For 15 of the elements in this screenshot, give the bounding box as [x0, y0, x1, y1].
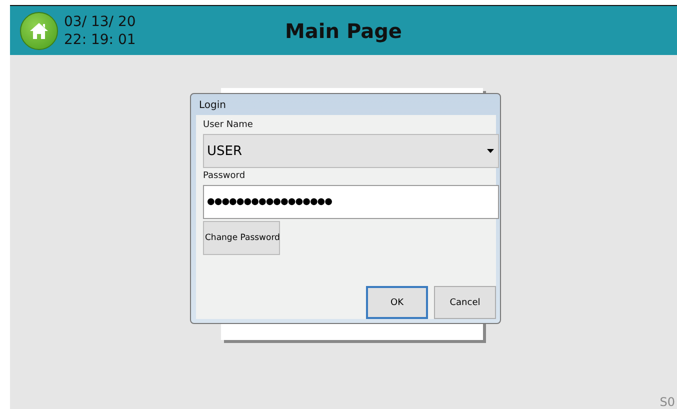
dialog-button[interactable]: OK [366, 286, 428, 319]
house-icon [29, 20, 49, 40]
change-password-button[interactable]: Change Password [203, 221, 280, 255]
caret-icon [487, 149, 494, 153]
field-label: User Name [203, 120, 253, 130]
time-text: 22: 19: 01 [64, 30, 136, 48]
date-text: 03/ 13/ 20 [64, 12, 136, 30]
user-name-dropdown[interactable]: USER [203, 134, 499, 168]
dialog-button[interactable]: Cancel [434, 286, 496, 319]
field-label: Password [203, 171, 246, 181]
home-button[interactable] [20, 12, 58, 50]
dialog-title: Login [198, 99, 226, 113]
password-field[interactable]: ●●●●●●●●●●●●●●●●● [203, 185, 499, 219]
corner-label: S0 [660, 395, 675, 409]
page-title: Main Page [285, 18, 402, 42]
